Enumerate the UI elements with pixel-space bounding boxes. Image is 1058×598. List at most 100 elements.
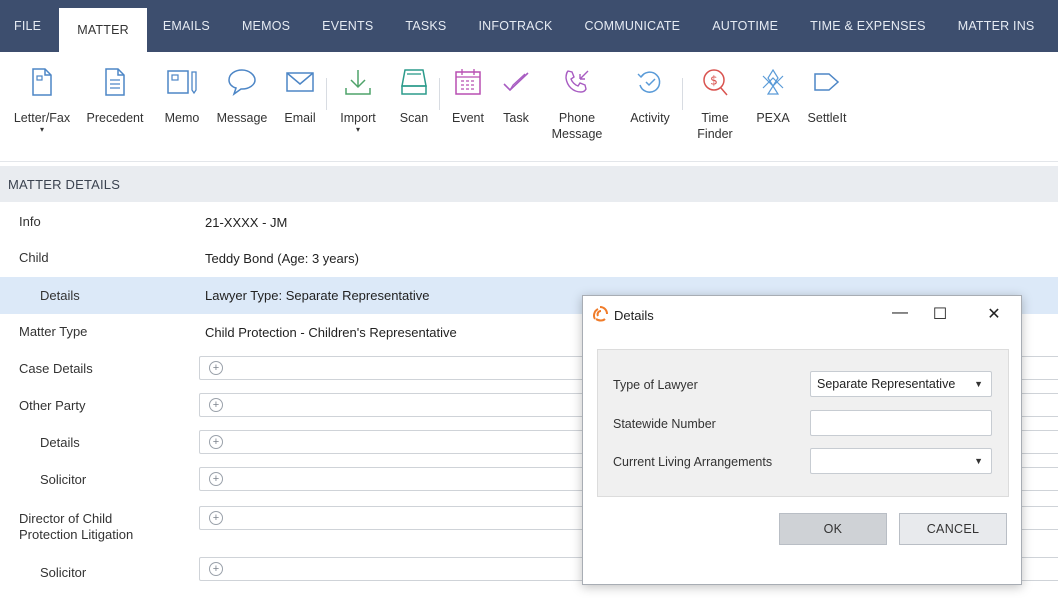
time-finder-label: Time Finder [697,110,732,142]
phone-message-button[interactable]: Phone Message [536,52,618,158]
matter-details-header: MATTER DETAILS [0,166,1058,202]
director-label-line1: Director of Child [19,511,113,526]
settleit-label: SettleIt [807,111,847,125]
ok-button[interactable]: OK [779,513,887,545]
memo-button[interactable]: Memo [154,52,210,158]
add-icon[interactable]: + [209,472,223,486]
close-icon[interactable]: ✕ [979,304,1009,326]
director-label: Director of Child Protection Litigation [19,511,133,543]
finder-label: Finder [697,127,733,141]
import-button[interactable]: Import ▾ [327,52,389,158]
type-of-lawyer-label: Type of Lawyer [613,378,698,392]
type-of-lawyer-value: Separate Representative [817,377,956,391]
letter-fax-button[interactable]: Letter/Fax ▾ [8,52,76,158]
child-label: Child [19,250,49,265]
matter-type-value[interactable]: Child Protection - Children's Representa… [205,325,457,340]
tab-events[interactable]: EVENTS [306,0,389,52]
dropdown-arrow-icon: ▼ [974,379,983,389]
scan-button[interactable]: Scan [389,52,439,158]
app-logo-icon [592,305,608,325]
pexa-label: PEXA [756,111,790,125]
top-tab-bar: FILE MATTER EMAILS MEMOS EVENTS TASKS IN… [0,0,1058,52]
tab-tasks[interactable]: TASKS [389,0,462,52]
pexa-button[interactable]: PEXA [747,52,799,158]
child-value[interactable]: Teddy Bond (Age: 3 years) [205,251,359,266]
cancel-button[interactable]: CANCEL [899,513,1007,545]
director-label-line2: Protection Litigation [19,527,134,542]
dialog-title-bar[interactable]: Details [583,296,1021,334]
tab-memos[interactable]: MEMOS [226,0,306,52]
statewide-number-label: Statewide Number [613,417,716,431]
add-icon[interactable]: + [209,435,223,449]
tab-time-expenses[interactable]: TIME & EXPENSES [794,0,942,52]
phone-icon [559,64,595,100]
scanner-icon [396,64,432,100]
phone-label: Phone [558,111,596,125]
precedent-label: Precedent [86,111,144,125]
living-arrangements-select[interactable]: ▼ [810,448,992,474]
memo-label: Memo [164,111,200,125]
info-value[interactable]: 21-XXXX - JM [205,215,287,230]
speech-bubble-icon [224,64,260,100]
event-button[interactable]: Event [440,52,496,158]
case-details-label: Case Details [19,360,93,376]
minimize-icon[interactable]: — [885,304,915,326]
add-icon[interactable]: + [209,511,223,525]
email-button[interactable]: Email [274,52,326,158]
message-button[interactable]: Message [210,52,274,158]
envelope-icon [282,64,318,100]
activity-clock-icon [632,64,668,100]
tab-autotime[interactable]: AUTOTIME [696,0,794,52]
scan-label: Scan [399,111,429,125]
activity-button[interactable]: Activity [618,52,682,158]
other-party-solicitor-label: Solicitor [40,471,87,487]
task-label: Task [503,111,529,125]
child-row: Child Teddy Bond (Age: 3 years) [0,240,1058,276]
time-finder-icon: $ [697,64,733,100]
download-icon [340,64,376,100]
details-dialog: Details — ☐ ✕ Type of Lawyer Separate Re… [582,295,1022,585]
maximize-icon[interactable]: ☐ [925,304,955,326]
svg-text:$: $ [710,74,718,88]
tab-infotrack[interactable]: INFOTRACK [462,0,568,52]
dropdown-arrow-icon: ▼ [974,456,983,466]
chevron-down-icon: ▾ [355,125,360,134]
document-icon [24,64,60,100]
precedent-icon [97,64,133,100]
child-details-value[interactable]: Lawyer Type: Separate Representative [205,288,430,303]
pexa-icon [755,64,791,100]
info-label: Info [19,214,41,229]
time-finder-button[interactable]: $ Time Finder [683,52,747,158]
email-label: Email [284,111,316,125]
type-of-lawyer-select[interactable]: Separate Representative ▼ [810,371,992,397]
message-label-line2: Message [551,127,603,141]
other-party-details-label: Details [40,434,80,450]
chevron-down-icon: ▾ [39,125,44,134]
add-icon[interactable]: + [209,398,223,412]
matter-type-label: Matter Type [19,324,88,339]
task-button[interactable]: Task [496,52,536,158]
dialog-form-panel: Type of Lawyer Separate Representative ▼… [597,349,1009,497]
precedent-button[interactable]: Precedent [76,52,154,158]
dialog-title: Details [614,307,654,323]
settleit-button[interactable]: SettleIt [799,52,855,158]
other-party-label: Other Party [19,397,86,413]
tab-communicate[interactable]: COMMUNICATE [568,0,696,52]
tab-matter-insights[interactable]: MATTER INS [942,0,1051,52]
ribbon-toolbar: Letter/Fax ▾ Precedent Memo Message Emai… [0,52,1058,162]
arrow-right-icon [809,64,845,100]
calendar-icon [450,64,486,100]
task-check-icon [498,64,534,100]
director-solicitor-label: Solicitor [40,564,87,580]
phone-message-label: Phone Message [552,110,603,142]
info-row: Info 21-XXXX - JM [0,204,1058,240]
tab-emails[interactable]: EMAILS [147,0,226,52]
statewide-number-input[interactable] [810,410,992,436]
add-icon[interactable]: + [209,361,223,375]
tab-file[interactable]: FILE [0,0,59,52]
memo-icon [164,64,200,100]
tab-matter[interactable]: MATTER [59,8,147,52]
import-label: Import [340,111,376,125]
event-label: Event [452,111,484,125]
add-icon[interactable]: + [209,562,223,576]
